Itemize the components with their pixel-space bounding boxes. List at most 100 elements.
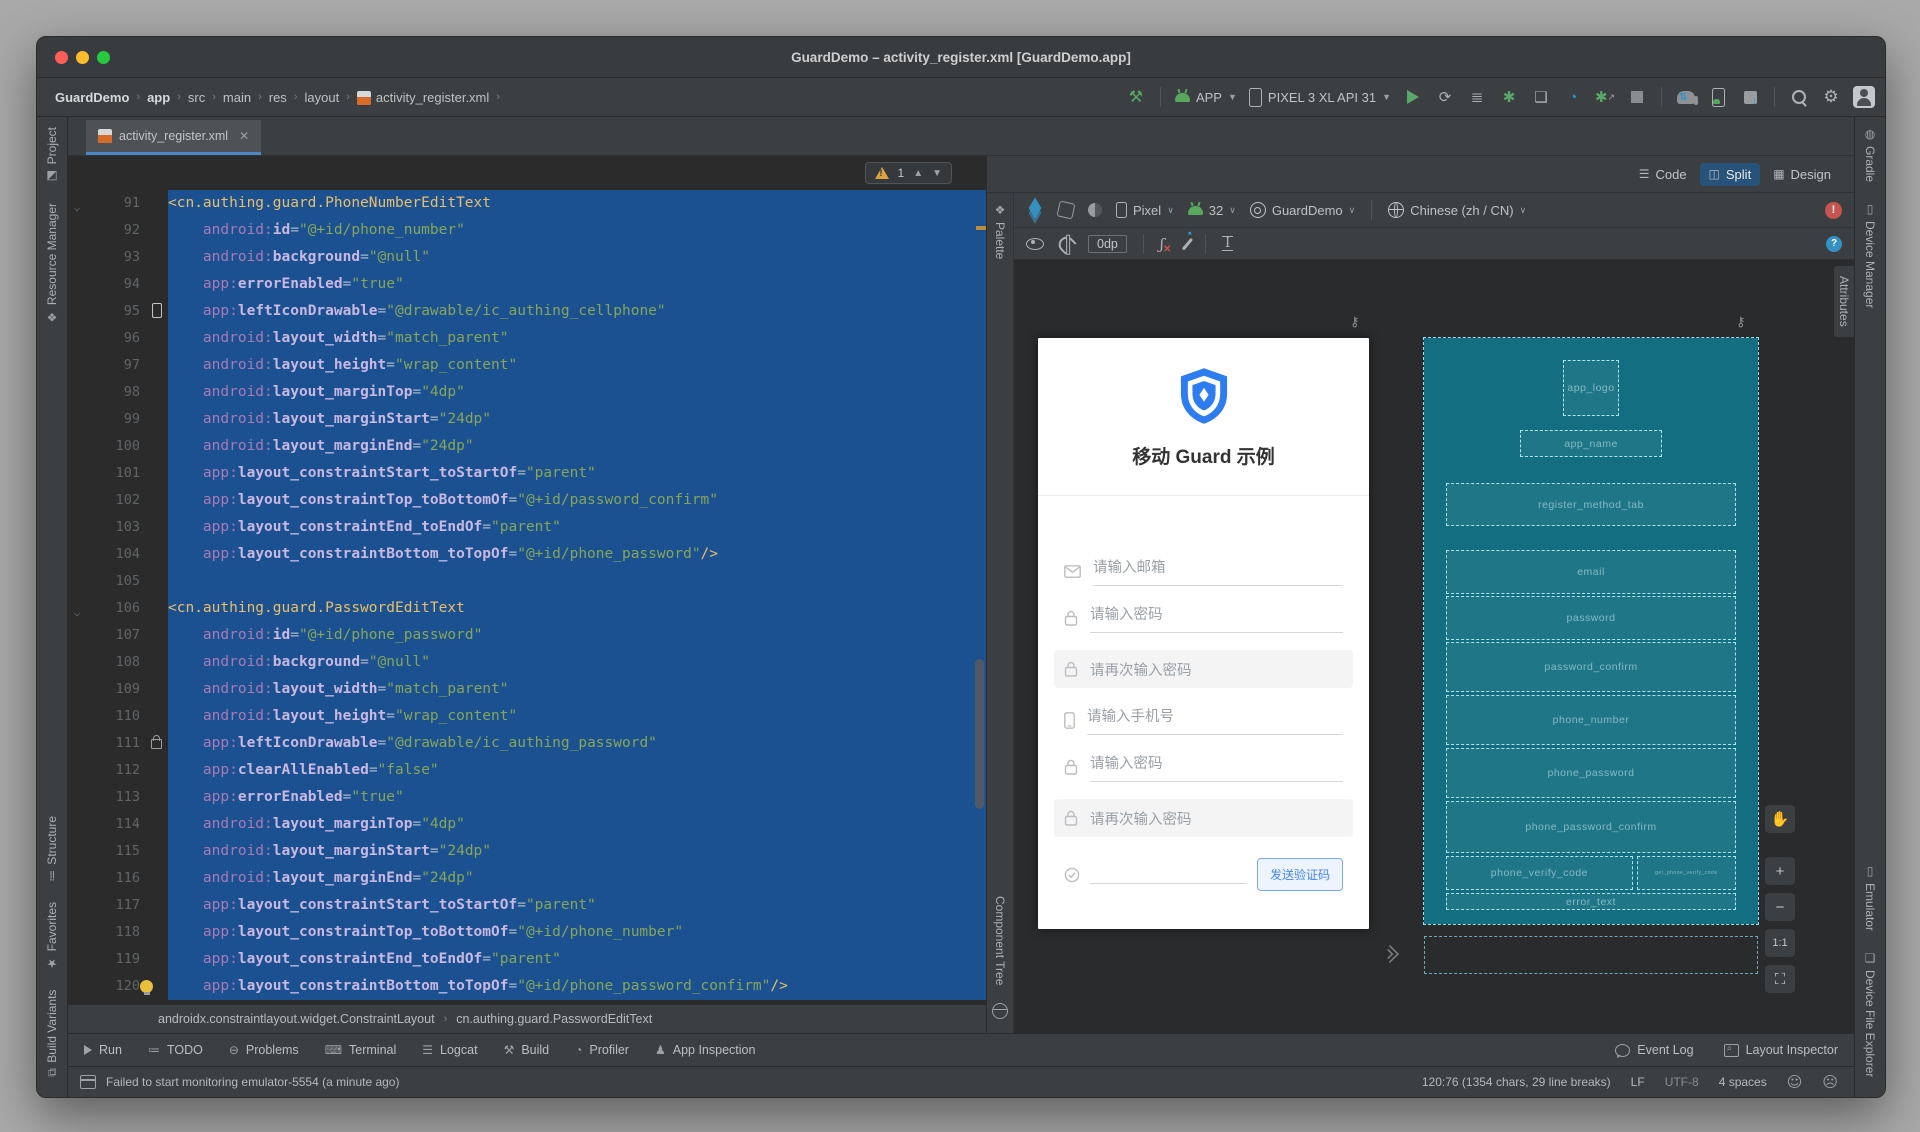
code-text[interactable]: android:layout_marginTop="4dp" — [168, 811, 986, 838]
tool-window-button-terminal[interactable]: ⌨ Terminal — [325, 1043, 397, 1057]
code-text[interactable]: android:background="@null" — [168, 244, 986, 271]
line-number[interactable]: 119 — [68, 946, 168, 973]
code-line-119[interactable]: 119 app:layout_constraintEnd_toEndOf="pa… — [68, 946, 986, 973]
breadcrumb-item-app[interactable]: app — [143, 88, 174, 107]
preview-field-1[interactable]: 请输入密码 — [1064, 603, 1343, 633]
warning-stripe-mark[interactable] — [976, 226, 986, 230]
tool-window-button-app-inspection[interactable]: ♟ App Inspection — [655, 1043, 755, 1057]
rerun-icon[interactable]: ⟳ — [1435, 87, 1455, 107]
tool-window-button-event-log[interactable]: Event Log — [1615, 1043, 1694, 1057]
blueprint-box-get_phone_verify_code[interactable]: get_phone_verify_code — [1636, 856, 1736, 890]
tool-window-button-run[interactable]: Run — [84, 1043, 122, 1057]
design-surface-icon[interactable] — [1026, 197, 1044, 224]
design-preview[interactable]: 移动 Guard 示例 请输入邮箱 请输入密码 请再次输入密码 请输入手机号 请输入密码… — [1038, 338, 1369, 929]
code-line-104[interactable]: 104 app:layout_constraintBottom_toTopOf=… — [68, 541, 986, 568]
intention-bulb-icon[interactable] — [140, 980, 153, 995]
attributes-tab[interactable]: Attributes — [1834, 266, 1854, 337]
tool-window-button-todo[interactable]: ≔ TODO — [148, 1043, 203, 1057]
status-message[interactable]: Failed to start monitoring emulator-5554… — [106, 1075, 399, 1089]
clear-constraints-icon[interactable]: ʃ✕ — [1160, 235, 1172, 255]
view-options-icon[interactable] — [1026, 237, 1044, 250]
code-line-115[interactable]: 115 android:layout_marginStart="24dp" — [68, 838, 986, 865]
line-number[interactable]: 102 — [68, 487, 168, 514]
code-line-111[interactable]: 111 app:leftIconDrawable="@drawable/ic_a… — [68, 730, 986, 757]
blueprint-box-email[interactable]: email — [1446, 550, 1736, 594]
text-size-icon[interactable]: I — [1221, 236, 1234, 251]
code-text[interactable]: app:layout_constraintBottom_toTopOf="@+i… — [168, 973, 986, 1000]
zoom-out-button[interactable]: − — [1764, 892, 1796, 922]
blueprint-box-phone_password[interactable]: phone_password — [1446, 748, 1736, 798]
line-number[interactable]: 116 — [68, 865, 168, 892]
code-text[interactable]: android:layout_marginEnd="24dp" — [168, 865, 986, 892]
code-text[interactable]: app:clearAllEnabled="false" — [168, 757, 986, 784]
feedback-happy-icon[interactable]: ☺ — [1787, 1073, 1803, 1091]
autoconnect-icon[interactable] — [1055, 232, 1077, 255]
code-line-91[interactable]: 91 ⌵ <cn.authing.guard.PhoneNumberEditText — [68, 190, 986, 217]
code-text[interactable]: app:layout_constraintStart_toStartOf="pa… — [168, 892, 986, 919]
tool-window-button-favorites[interactable]: ★ Favorites — [45, 892, 59, 980]
code-line-116[interactable]: 116 android:layout_marginEnd="24dp" — [68, 865, 986, 892]
line-number[interactable]: 114 — [68, 811, 168, 838]
locale-menu[interactable]: Chinese (zh / CN) ∨ — [1388, 202, 1526, 218]
code-line-93[interactable]: 93 android:background="@null" — [68, 244, 986, 271]
infer-constraints-icon[interactable] — [1182, 237, 1194, 250]
component-tree-tab[interactable]: Component Tree — [993, 886, 1007, 995]
code-line-96[interactable]: 96 android:layout_width="match_parent" — [68, 325, 986, 352]
default-margin-control[interactable]: 0dp — [1088, 234, 1127, 253]
code-line-97[interactable]: 97 android:layout_height="wrap_content" — [68, 352, 986, 379]
editor-breadcrumb[interactable]: androidx.constraintlayout.widget.Constra… — [68, 1004, 986, 1033]
prev-warning-icon[interactable]: ▲ — [913, 168, 923, 179]
search-icon[interactable] — [1789, 87, 1809, 107]
blueprint-preview[interactable]: app_logo app_name register_method_tab email… — [1423, 337, 1759, 925]
settings-gear-icon[interactable]: ⚙ — [1821, 87, 1841, 107]
code-text[interactable]: android:layout_marginStart="24dp" — [168, 406, 986, 433]
apply-changes-icon[interactable]: ≣ — [1467, 87, 1487, 107]
line-number[interactable]: 100 — [68, 433, 168, 460]
api-level-menu[interactable]: 32 ∨ — [1187, 203, 1236, 218]
code-line-95[interactable]: 95 app:leftIconDrawable="@drawable/ic_au… — [68, 298, 986, 325]
preview-resize-handle[interactable] — [1380, 944, 1400, 964]
verify-code-row[interactable]: 发送验证码 — [1038, 858, 1369, 891]
zoom-actual-button[interactable]: 1:1 — [1764, 928, 1796, 958]
preview-field-2[interactable]: 请再次输入密码 — [1054, 650, 1353, 688]
breadcrumb-item-activity_register.xml[interactable]: activity_register.xml — [353, 88, 493, 107]
tool-window-button-problems[interactable]: ⊖ Problems — [229, 1043, 299, 1057]
device-manager-icon[interactable] — [1708, 87, 1728, 107]
code-line-107[interactable]: 107 android:id="@+id/phone_password" — [68, 622, 986, 649]
error-badge[interactable]: ! — [1825, 201, 1842, 219]
code-text[interactable]: android:id="@+id/phone_number" — [168, 217, 986, 244]
line-number[interactable]: 94 — [68, 271, 168, 298]
tool-window-switcher-icon[interactable] — [80, 1075, 96, 1089]
breadcrumb-item-src[interactable]: src — [184, 88, 209, 107]
caret-position[interactable]: 120:76 (1354 chars, 29 line breaks) — [1422, 1075, 1611, 1089]
build-hammer-icon[interactable]: ⚒ — [1126, 87, 1146, 107]
code-line-108[interactable]: 108 android:background="@null" — [68, 649, 986, 676]
tool-window-button-structure[interactable]: ≔ Structure — [45, 806, 59, 892]
tool-window-button-project[interactable]: ◪ Project — [45, 117, 59, 193]
line-number[interactable]: 98 — [68, 379, 168, 406]
line-number[interactable]: 113 — [68, 784, 168, 811]
blueprint-box-phone_number[interactable]: phone_number — [1446, 695, 1736, 745]
blueprint-box-password[interactable]: password — [1446, 596, 1736, 640]
line-number[interactable]: 103 — [68, 514, 168, 541]
code-line-105[interactable]: 105 — [68, 568, 986, 595]
line-number[interactable]: 91 ⌵ — [68, 190, 168, 217]
line-number[interactable]: 97 — [68, 352, 168, 379]
mode-button-code[interactable]: ☰ Code — [1630, 163, 1696, 186]
line-number[interactable]: 96 — [68, 325, 168, 352]
code-text[interactable]: app:errorEnabled="true" — [168, 784, 986, 811]
code-line-101[interactable]: 101 app:layout_constraintStart_toStartOf… — [68, 460, 986, 487]
code-line-120[interactable]: 120 app:layout_constraintBottom_toTopOf=… — [68, 973, 986, 1000]
line-number[interactable]: 118 — [68, 919, 168, 946]
tool-window-button-device-manager[interactable]: ▯ Device Manager — [1863, 192, 1877, 318]
code-text[interactable]: android:layout_height="wrap_content" — [168, 352, 986, 379]
code-text[interactable]: android:layout_width="match_parent" — [168, 676, 986, 703]
editor-scrollbar[interactable] — [975, 196, 984, 994]
code-line-100[interactable]: 100 android:layout_marginEnd="24dp" — [68, 433, 986, 460]
blueprint-box-app_name[interactable]: app_name — [1520, 430, 1662, 457]
tool-window-button-logcat[interactable]: ☰ Logcat — [422, 1043, 477, 1057]
blueprint-box-phone_password_confirm[interactable]: phone_password_confirm — [1446, 801, 1736, 853]
code-line-117[interactable]: 117 app:layout_constraintStart_toStartOf… — [68, 892, 986, 919]
code-line-103[interactable]: 103 app:layout_constraintEnd_toEndOf="pa… — [68, 514, 986, 541]
code-text[interactable]: android:layout_marginTop="4dp" — [168, 379, 986, 406]
